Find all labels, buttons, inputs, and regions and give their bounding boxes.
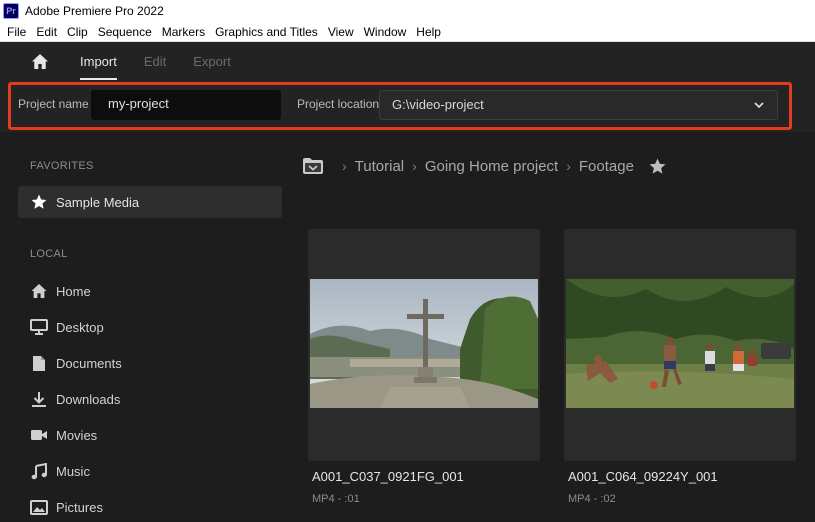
sidebar-item-sample-media[interactable]: Sample Media (18, 186, 282, 218)
media-meta: MP4 - :01 (312, 493, 360, 505)
music-icon (30, 462, 48, 480)
chevron-down-icon (754, 102, 764, 109)
sidebar-item-label: Downloads (56, 391, 121, 407)
sidebar: FAVORITES Sample Media LOCAL Home Deskto… (0, 132, 296, 522)
menu-markers[interactable]: Markers (157, 25, 210, 39)
sidebar-item-music[interactable]: Music (30, 459, 90, 483)
breadcrumb: › Tutorial › Going Home project › Footag… (302, 154, 667, 178)
breadcrumb-separator: › (412, 158, 417, 174)
menu-edit[interactable]: Edit (31, 25, 62, 39)
sidebar-item-label: Music (56, 463, 90, 479)
sidebar-item-movies[interactable]: Movies (30, 423, 97, 447)
sidebar-item-label: Documents (56, 355, 122, 371)
menu-clip[interactable]: Clip (62, 25, 93, 39)
project-name-label: Project name (18, 97, 89, 111)
breadcrumb-separator: › (566, 158, 571, 174)
media-card[interactable] (564, 229, 796, 461)
project-location-label: Project location (297, 97, 380, 111)
menu-window[interactable]: Window (359, 25, 412, 39)
tab-import[interactable]: Import (80, 42, 117, 80)
breadcrumb-separator: › (342, 158, 347, 174)
menu-view[interactable]: View (323, 25, 359, 39)
tab-export[interactable]: Export (193, 42, 231, 80)
sidebar-item-label: Sample Media (56, 194, 140, 210)
tab-edit[interactable]: Edit (144, 42, 166, 80)
project-location-dropdown[interactable]: G:\video-project (379, 90, 778, 120)
sidebar-item-documents[interactable]: Documents (30, 351, 122, 375)
media-thumbnail-soccer (566, 279, 794, 408)
premiere-logo-icon: Pr (3, 3, 19, 19)
media-browser: › Tutorial › Going Home project › Footag… (296, 132, 815, 522)
breadcrumb-footage[interactable]: Footage (579, 158, 634, 175)
menu-help[interactable]: Help (411, 25, 446, 39)
media-name: A001_C037_0921FG_001 (312, 469, 464, 484)
sidebar-item-label: Movies (56, 427, 98, 443)
sidebar-item-downloads[interactable]: Downloads (30, 387, 120, 411)
breadcrumb-going-home-project[interactable]: Going Home project (425, 158, 558, 175)
home-icon (30, 282, 48, 300)
media-thumbnail-cross (310, 279, 538, 408)
favorite-star-icon[interactable] (648, 157, 667, 176)
media-meta: MP4 - :02 (568, 493, 616, 505)
menu-file[interactable]: File (0, 25, 31, 39)
sidebar-item-label: Pictures (56, 499, 103, 515)
favorites-heading: FAVORITES (30, 160, 94, 172)
sidebar-item-label: Desktop (56, 319, 104, 335)
sidebar-item-label: Home (56, 283, 91, 299)
sidebar-item-home[interactable]: Home (30, 279, 91, 303)
project-settings-row: Project name my-project Project location… (0, 80, 815, 132)
media-name: A001_C064_09224Y_001 (568, 469, 718, 484)
document-icon (30, 354, 48, 372)
title-bar: Pr Adobe Premiere Pro 2022 (0, 0, 815, 22)
download-icon (30, 390, 48, 408)
workspace-header: Import Edit Export (0, 42, 815, 80)
sidebar-item-pictures[interactable]: Pictures (30, 495, 103, 519)
local-heading: LOCAL (30, 248, 68, 260)
window-title: Adobe Premiere Pro 2022 (25, 4, 164, 18)
menu-bar: File Edit Clip Sequence Markers Graphics… (0, 22, 815, 42)
project-name-input[interactable]: my-project (91, 90, 281, 120)
home-icon (32, 53, 48, 69)
media-card[interactable] (308, 229, 540, 461)
menu-graphics-and-titles[interactable]: Graphics and Titles (210, 25, 323, 39)
star-icon (30, 193, 48, 211)
sidebar-item-desktop[interactable]: Desktop (30, 315, 104, 339)
home-button[interactable] (20, 42, 60, 80)
camera-icon (30, 426, 48, 444)
breadcrumb-tutorial[interactable]: Tutorial (355, 158, 404, 175)
project-location-value: G:\video-project (392, 97, 484, 112)
folder-icon[interactable] (302, 157, 324, 175)
picture-icon (30, 498, 48, 516)
desktop-icon (30, 318, 48, 336)
menu-sequence[interactable]: Sequence (93, 25, 157, 39)
